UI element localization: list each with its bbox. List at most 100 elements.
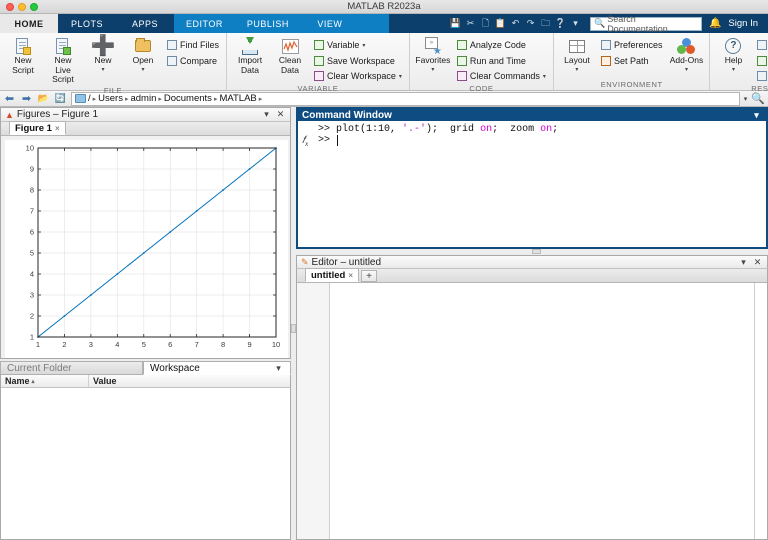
- customize-icon[interactable]: ▾: [569, 17, 582, 30]
- breadcrumb-separator-2: ▸: [125, 95, 129, 103]
- layout-button[interactable]: Layout ▾: [558, 36, 596, 75]
- splitter-grip[interactable]: [291, 324, 296, 333]
- editor-body[interactable]: [296, 283, 768, 540]
- column-header-name[interactable]: Name ▴: [1, 375, 89, 387]
- clean-data-button[interactable]: Clean Data: [271, 36, 309, 75]
- editor-icon: ✎: [301, 257, 309, 268]
- tab-view[interactable]: VIEW: [301, 14, 359, 33]
- fx-icon[interactable]: 𝑓x: [302, 135, 318, 148]
- search-documentation-input[interactable]: 🔍 Search Documentation: [590, 17, 702, 31]
- save-workspace-button[interactable]: Save Workspace: [311, 54, 405, 68]
- find-files-button[interactable]: Find Files: [164, 38, 222, 52]
- analyze-code-button[interactable]: Analyze Code: [454, 38, 549, 52]
- panel-options-icon-command[interactable]: ▾: [751, 110, 762, 121]
- search-documentation-container: 🔍 Search Documentation 🔔 Sign In: [586, 14, 768, 33]
- cut-icon[interactable]: ✂: [464, 17, 477, 30]
- request-support-button[interactable]: Request Support: [754, 54, 768, 68]
- tab-bar-filler-light: [359, 14, 389, 33]
- editor-tab-untitled[interactable]: untitled ×: [305, 268, 359, 282]
- favorites-button[interactable]: »★ Favorites ▾: [414, 36, 452, 75]
- figure-tab-1-close-icon[interactable]: ×: [55, 124, 60, 133]
- variable-button[interactable]: Variable ▾: [311, 38, 405, 52]
- matlab-figure-icon: ▲: [5, 110, 14, 120]
- command-text-plain-1: plot(1:10,: [336, 124, 402, 135]
- chevron-down-icon[interactable]: ▾: [362, 42, 365, 49]
- tab-editor[interactable]: EDITOR: [174, 14, 235, 33]
- help-caret-icon[interactable]: ▾: [732, 66, 735, 76]
- editor-tab-close-icon[interactable]: ×: [348, 271, 353, 280]
- editor-text-area[interactable]: [330, 283, 754, 539]
- tab-publish[interactable]: PUBLISH: [235, 14, 301, 33]
- new-live-script-button[interactable]: New Live Script: [44, 36, 82, 85]
- tab-current-folder[interactable]: Current Folder: [0, 361, 143, 375]
- learn-matlab-button[interactable]: Learn MATLAB: [754, 69, 768, 83]
- chevron-down-icon-3[interactable]: ▾: [543, 73, 546, 80]
- community-button[interactable]: Community: [754, 38, 768, 52]
- figure-tab-1[interactable]: Figure 1 ×: [9, 121, 66, 135]
- column-header-value[interactable]: Value: [89, 375, 290, 387]
- copy-icon[interactable]: 🗋: [479, 17, 492, 30]
- command-text-plain-4: ;: [552, 124, 558, 135]
- run-and-time-icon: [457, 56, 467, 66]
- undo-icon[interactable]: ↶: [509, 17, 522, 30]
- figure-canvas[interactable]: 1234567891012345678910: [1, 136, 290, 358]
- open-caret-icon[interactable]: ▾: [141, 66, 144, 76]
- set-path-button[interactable]: Set Path: [598, 54, 666, 68]
- new-script-button[interactable]: New Script: [4, 36, 42, 75]
- switch-window-icon[interactable]: 🗀: [539, 17, 552, 30]
- preferences-button[interactable]: Preferences: [598, 38, 666, 52]
- workspace-variable-list[interactable]: [1, 388, 290, 539]
- svg-text:9: 9: [247, 340, 251, 349]
- tab-workspace[interactable]: Workspace ▾: [143, 361, 291, 375]
- panel-options-icon-editor[interactable]: ▾: [738, 257, 749, 268]
- command-window-output[interactable]: fx >> plot(1:10, '.-' ); grid on ; zoom …: [296, 121, 768, 249]
- horizontal-splitter-grip[interactable]: [532, 249, 541, 254]
- panel-options-icon-workspace[interactable]: ▾: [273, 363, 284, 374]
- layout-caret-icon[interactable]: ▾: [575, 66, 578, 76]
- ribbon-group-label-resources: RESOURCES: [714, 83, 768, 94]
- open-button[interactable]: Open ▾: [124, 36, 162, 75]
- compare-button[interactable]: Compare: [164, 54, 222, 68]
- horizontal-splitter[interactable]: [296, 249, 768, 255]
- import-data-button[interactable]: Import Data: [231, 36, 269, 75]
- save-icon[interactable]: 💾: [449, 17, 462, 30]
- chevron-down-icon-2[interactable]: ▾: [399, 73, 402, 80]
- paste-icon[interactable]: 📋: [494, 17, 507, 30]
- new-editor-tab-button[interactable]: +: [361, 270, 377, 282]
- tab-home[interactable]: HOME: [0, 14, 58, 33]
- clear-commands-icon: [457, 71, 467, 81]
- svg-text:1: 1: [36, 340, 40, 349]
- help-icon[interactable]: ❔: [554, 17, 567, 30]
- command-text-string: '.-': [402, 124, 426, 135]
- text-cursor: [337, 135, 338, 146]
- add-ons-caret-icon[interactable]: ▾: [685, 66, 688, 76]
- sign-in-button[interactable]: Sign In: [728, 18, 764, 29]
- command-input-line[interactable]: 𝑓x >>: [298, 135, 766, 148]
- tab-apps[interactable]: APPS: [116, 14, 174, 33]
- redo-icon[interactable]: ↷: [524, 17, 537, 30]
- clear-workspace-button[interactable]: Clear Workspace ▾: [311, 69, 405, 83]
- new-live-script-label-2: Live Script: [44, 66, 82, 85]
- quick-access-toolbar: 💾 ✂ 🗋 📋 ↶ ↷ 🗀 ❔ ▾: [445, 14, 586, 33]
- favorites-caret-icon[interactable]: ▾: [431, 66, 434, 76]
- preferences-icon: [601, 40, 611, 50]
- help-button[interactable]: ? Help ▾: [714, 36, 752, 75]
- editor-title-bar: ✎ Editor – untitled ▾ ✕: [296, 255, 768, 269]
- add-ons-button[interactable]: Add-Ons ▾: [667, 36, 705, 75]
- close-icon-editor[interactable]: ✕: [752, 257, 763, 268]
- run-and-time-button[interactable]: Run and Time: [454, 54, 549, 68]
- chevron-down-icon-address[interactable]: ▾: [744, 95, 748, 103]
- add-ons-label: Add-Ons: [670, 56, 704, 66]
- new-caret-icon[interactable]: ▾: [101, 66, 104, 76]
- bell-icon[interactable]: 🔔: [704, 18, 726, 29]
- clean-data-label-2: Data: [281, 66, 299, 76]
- ribbon-group-label-variable: VARIABLE: [231, 83, 405, 94]
- clear-commands-label: Clear Commands: [470, 71, 540, 81]
- breadcrumb-item-matlab[interactable]: MATLAB: [219, 93, 256, 104]
- figures-tab-strip: Figure 1 ×: [1, 122, 290, 136]
- close-icon[interactable]: ✕: [275, 109, 286, 120]
- clear-commands-button[interactable]: Clear Commands ▾: [454, 69, 549, 83]
- panel-options-icon[interactable]: ▾: [261, 109, 272, 120]
- new-button[interactable]: ➕ New ▾: [84, 36, 122, 75]
- tab-plots[interactable]: PLOTS: [58, 14, 116, 33]
